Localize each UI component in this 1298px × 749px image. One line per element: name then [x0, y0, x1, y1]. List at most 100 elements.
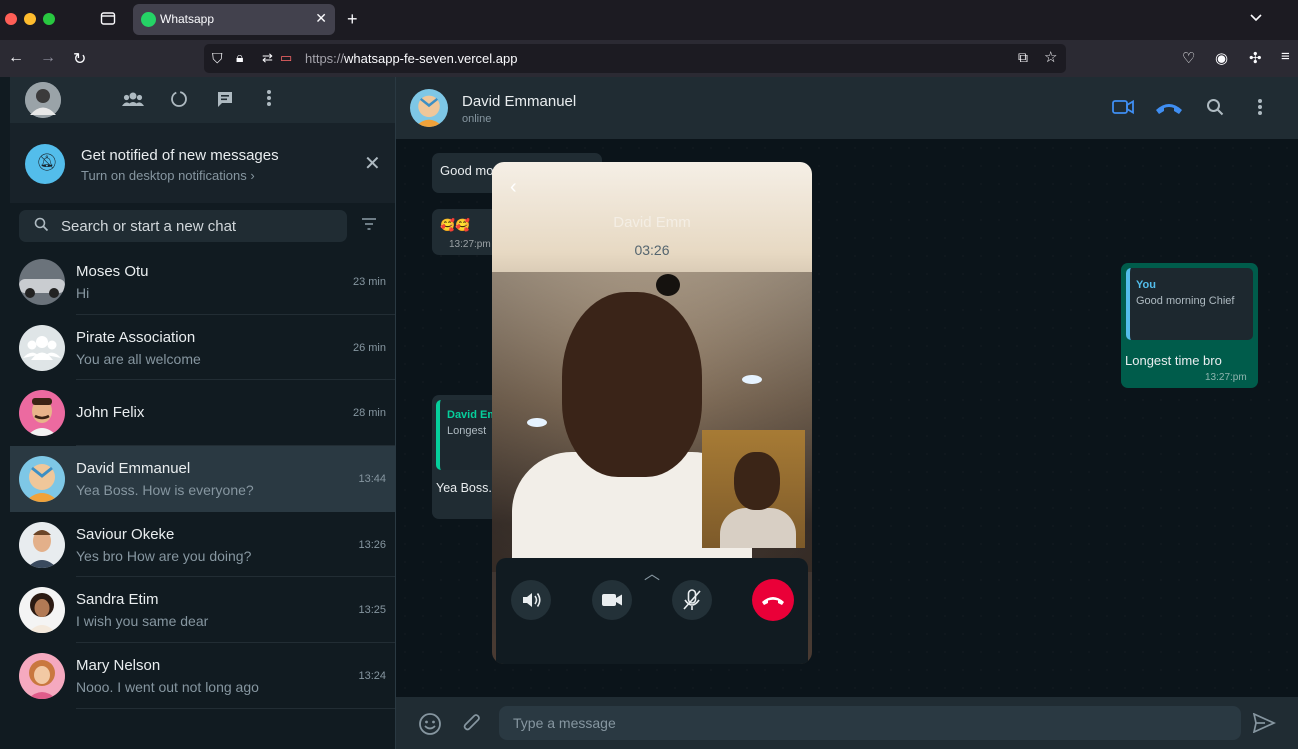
new-chat-icon[interactable]: [216, 90, 234, 108]
address-bar[interactable]: ⛉ 🔒︎ ⇄ ▭ https://whatsapp-fe-seven.verce…: [204, 44, 1066, 73]
message-text: Longest time bro: [1125, 353, 1222, 368]
chat-time: 13:44: [358, 473, 386, 486]
contact-avatar[interactable]: [410, 89, 448, 127]
notification-bell-icon: 🔕︎: [25, 144, 65, 184]
chat-time: 13:26: [358, 538, 386, 551]
notification-title: Get notified of new messages: [81, 147, 279, 164]
send-icon[interactable]: [1252, 713, 1276, 733]
maximize-window-button[interactable]: [43, 13, 55, 25]
chat-item-pirate-association[interactable]: Pirate Association You are all welcome 2…: [10, 315, 395, 381]
chat-name: John Felix: [76, 404, 145, 422]
group-avatar-icon: [19, 324, 65, 371]
avatar: [19, 587, 65, 634]
camera-in-use-icon[interactable]: ▭: [280, 50, 292, 66]
video-call-window: ‹ David Emm 03:26 ︿: [492, 162, 812, 664]
self-view-video[interactable]: [702, 430, 805, 548]
extensions-icon[interactable]: ✣: [1249, 49, 1262, 67]
chat-name: Saviour Okeke: [76, 525, 175, 543]
search-icon[interactable]: [34, 217, 49, 232]
close-tab-icon[interactable]: ✕: [315, 10, 327, 27]
ceiling-light: [527, 418, 547, 427]
message-time: 13:27:pm: [449, 239, 491, 250]
self-face: [734, 452, 780, 510]
outgoing-reply-message[interactable]: You Good morning Chief Longest time bro …: [1121, 263, 1258, 388]
avatar: [19, 521, 65, 568]
tab-list-chevron-icon[interactable]: [1249, 11, 1263, 25]
filter-icon[interactable]: [361, 218, 377, 230]
video-call-icon[interactable]: [1112, 99, 1134, 115]
minimize-window-button[interactable]: [24, 13, 36, 25]
quote-author: David Em: [447, 409, 498, 421]
desktop-notification-banner: 🔕︎ Get notified of new messages Turn on …: [10, 123, 395, 203]
contact-name[interactable]: David Emmanuel: [462, 93, 576, 110]
chat-time: 13:24: [358, 670, 386, 683]
chat-time: 26 min: [352, 341, 386, 354]
quote-author: You: [1136, 279, 1156, 291]
picture-in-picture-icon[interactable]: ⧉: [1018, 49, 1028, 66]
chat-item-john-felix[interactable]: John Felix 28 min: [10, 380, 395, 447]
chat-list: Moses Otu Hi 23 min Pirate Association Y…: [10, 249, 395, 709]
chat-name: David Emmanuel: [76, 460, 191, 478]
close-window-button[interactable]: [5, 13, 17, 25]
my-avatar[interactable]: [25, 82, 61, 118]
search-input[interactable]: [61, 210, 341, 242]
caller-face: [562, 292, 702, 477]
message-composer: [396, 697, 1298, 749]
chat-preview: I wish you same dear: [76, 613, 209, 630]
chat-name: Moses Otu: [76, 263, 149, 280]
reload-icon[interactable]: ↻: [73, 49, 86, 69]
hang-up-button[interactable]: [752, 579, 794, 621]
browser-tab[interactable]: Whatsapp ✕: [133, 4, 335, 35]
attach-icon[interactable]: [462, 713, 482, 735]
chat-preview: Hi: [76, 285, 90, 301]
tab-overview-icon[interactable]: [100, 10, 116, 26]
chat-item-mary-nelson[interactable]: Mary Nelson Nooo. I went out not long ag…: [10, 643, 395, 709]
url-text[interactable]: https://whatsapp-fe-seven.vercel.app: [305, 51, 517, 66]
quote-text: Longest: [447, 425, 487, 437]
new-tab-icon[interactable]: +: [347, 9, 358, 30]
avatar: [19, 259, 65, 305]
enable-notifications-link[interactable]: Turn on desktop notifications ›: [81, 168, 255, 183]
quoted-message[interactable]: You Good morning Chief: [1126, 268, 1253, 340]
whatsapp-icon: [141, 12, 156, 27]
more-options-icon[interactable]: [1257, 97, 1263, 117]
more-options-icon[interactable]: [266, 88, 272, 108]
message-time: 13:27:pm: [1205, 372, 1247, 383]
tab-title: Whatsapp: [160, 12, 215, 26]
chat-name: Pirate Association: [76, 328, 196, 346]
divider: [76, 707, 395, 709]
bookmark-star-icon[interactable]: ☆: [1044, 48, 1057, 66]
call-contact-name: David Emm: [613, 214, 691, 231]
account-icon[interactable]: ◉: [1215, 49, 1228, 67]
camera-button[interactable]: [592, 580, 632, 620]
back-icon[interactable]: ←: [8, 49, 24, 67]
contact-status: online: [462, 113, 492, 125]
pocket-icon[interactable]: ♡: [1182, 49, 1195, 67]
close-icon[interactable]: ✕: [364, 151, 381, 176]
avatar: [19, 456, 65, 503]
lock-icon[interactable]: 🔒︎: [236, 49, 243, 66]
mute-microphone-button[interactable]: [672, 580, 712, 620]
communities-icon[interactable]: [122, 90, 144, 108]
shield-icon[interactable]: ⛉: [212, 50, 223, 67]
forward-icon[interactable]: →: [40, 49, 56, 67]
chat-time: 28 min: [352, 407, 386, 420]
permissions-icon[interactable]: ⇄: [262, 50, 273, 66]
menu-icon[interactable]: ≡: [1281, 48, 1290, 65]
speaker-button[interactable]: [511, 580, 551, 620]
minimize-call-icon[interactable]: ‹: [510, 176, 517, 199]
chat-preview: Yes bro How are you doing?: [76, 547, 252, 564]
chat-item-saviour-okeke[interactable]: Saviour Okeke Yes bro How are you doing?…: [10, 512, 395, 578]
chat-item-moses-otu[interactable]: Moses Otu Hi 23 min: [10, 249, 395, 315]
call-controls: ︿: [496, 558, 808, 664]
end-call-icon[interactable]: [1154, 101, 1184, 115]
chat-preview: Nooo. I went out not long ago: [76, 679, 259, 696]
status-icon[interactable]: [170, 90, 188, 108]
emoji-icon[interactable]: [418, 712, 442, 736]
search-icon[interactable]: [1206, 98, 1224, 116]
chat-item-sandra-etim[interactable]: Sandra Etim I wish you same dear 13:25: [10, 577, 395, 644]
chat-time: 23 min: [352, 276, 386, 288]
message-input[interactable]: [499, 706, 1241, 740]
chat-name: Mary Nelson: [76, 657, 161, 675]
chat-item-david-emmanuel[interactable]: David Emmanuel Yea Boss. How is everyone…: [10, 446, 395, 512]
